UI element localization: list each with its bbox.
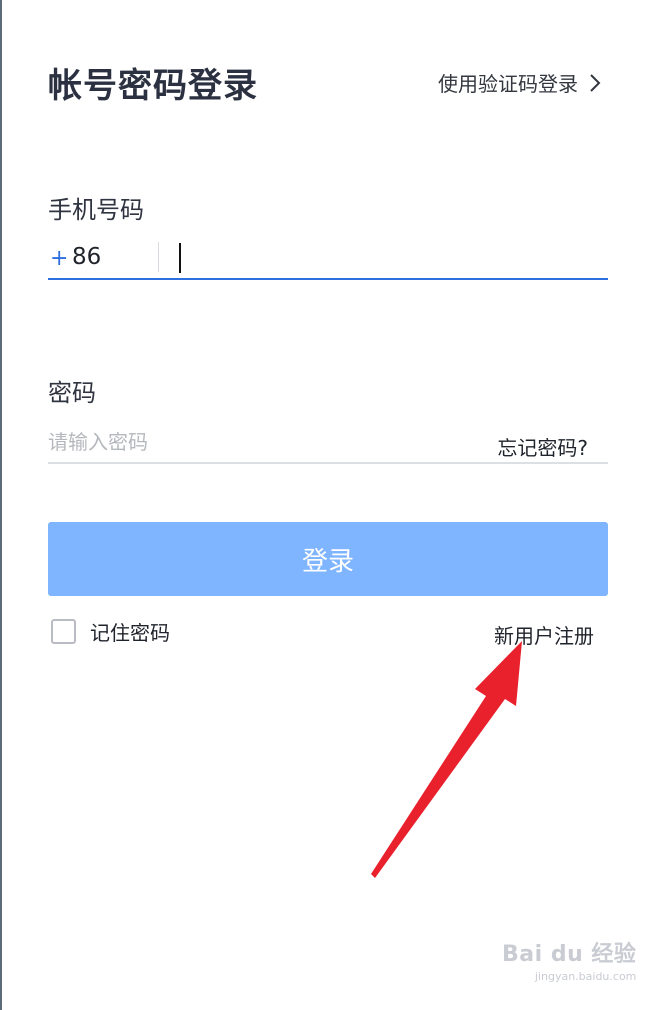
country-code-divider [158,242,159,272]
baidu-jingyan-watermark: Bai du 经验 jingyan.baidu.com [502,936,636,983]
watermark-url: jingyan.baidu.com [534,970,637,983]
login-button[interactable]: 登录 [48,522,608,596]
switch-login-label: 使用验证码登录 [438,72,578,96]
text-cursor [179,243,181,273]
checkbox-box[interactable] [51,619,76,644]
red-arrow-icon [371,641,522,878]
password-input[interactable] [48,426,448,458]
watermark-logo-text: Bai du 经验 [502,942,637,967]
password-field-label: 密码 [48,379,96,407]
page-title: 帐号密码登录 [48,66,258,106]
phone-input[interactable] [178,240,598,272]
remember-password-label: 记住密码 [90,621,170,645]
country-code-plus: + [50,246,69,271]
phone-field-label: 手机号码 [48,196,144,224]
switch-to-sms-login-link[interactable]: 使用验证码登录 [438,68,602,97]
window-left-edge [0,0,2,1010]
register-link[interactable]: 新用户注册 [494,620,594,649]
password-field: 忘记密码? [48,422,608,464]
remember-password-checkbox[interactable]: 记住密码 [51,617,170,646]
country-code-selector[interactable]: 86 [72,244,101,270]
forgot-password-link[interactable]: 忘记密码? [497,432,588,461]
phone-field: + 86 [48,238,608,280]
chevron-right-icon [590,73,601,92]
